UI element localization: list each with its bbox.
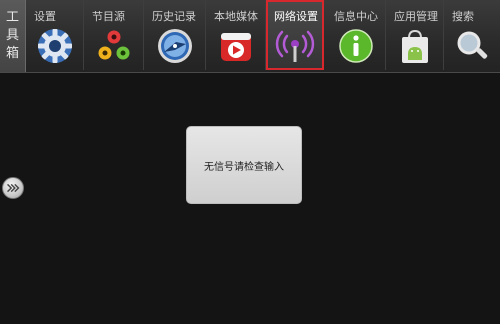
gear-icon	[37, 29, 72, 63]
android-bag-icon	[401, 29, 428, 63]
no-signal-dialog: 无信号请检查输入	[186, 126, 302, 204]
menu-item-settings[interactable]: 设置	[26, 0, 84, 70]
magnifier-icon	[457, 31, 488, 59]
top-toolbar: 工具箱 设置 节目源 历史记录 本地媒体 网络设置 信息中心 应用管理 搜索	[0, 0, 500, 73]
toolbox-tab[interactable]: 工具箱	[0, 0, 26, 72]
menu-item-search[interactable]: 搜索	[444, 0, 500, 70]
menu-item-history[interactable]: 历史记录	[144, 0, 206, 70]
menu-item-label: 网络设置	[274, 10, 318, 23]
expand-sidebar-button[interactable]	[2, 177, 24, 199]
menu-item-label: 节目源	[92, 10, 125, 23]
menu-item-info-center[interactable]: 信息中心	[326, 0, 386, 70]
info-icon	[338, 29, 373, 63]
menu-item-label: 信息中心	[334, 10, 378, 23]
toolbox-label: 工具箱	[5, 10, 19, 61]
media-play-icon	[220, 33, 251, 61]
double-chevron-right-icon	[7, 183, 20, 193]
menu-item-network-settings[interactable]: 网络设置	[266, 0, 324, 70]
menu-item-program-source[interactable]: 节目源	[84, 0, 144, 70]
menu-item-label: 本地媒体	[214, 10, 258, 23]
menu-item-label: 历史记录	[152, 10, 196, 23]
network-antenna-icon	[275, 30, 315, 62]
menu-item-label: 设置	[34, 10, 56, 23]
menu-item-label: 应用管理	[394, 10, 438, 23]
source-dots-icon	[98, 30, 129, 60]
no-signal-message: 无信号请检查输入	[204, 161, 284, 173]
menu-item-local-media[interactable]: 本地媒体	[206, 0, 266, 70]
menu-item-app-management[interactable]: 应用管理	[386, 0, 444, 70]
menu-item-label: 搜索	[452, 10, 474, 23]
history-clock-icon	[157, 29, 192, 63]
